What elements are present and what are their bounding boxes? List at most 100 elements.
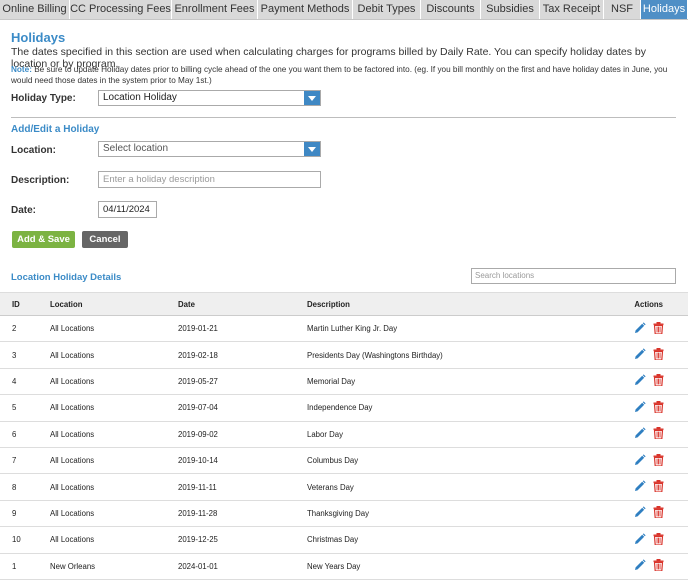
pencil-icon[interactable] — [634, 401, 646, 415]
pencil-icon[interactable] — [634, 559, 646, 573]
tab-enrollment-fees[interactable]: Enrollment Fees — [172, 0, 258, 19]
table-header-row: ID Location Date Description Actions — [0, 292, 688, 316]
table-row: 4 All Locations 2019-05-27 Memorial Day — [0, 368, 688, 395]
search-locations-input[interactable]: Search locations — [471, 268, 676, 284]
row-actions — [617, 553, 688, 579]
row-id: 6 — [12, 429, 17, 439]
table-row: 10 All Locations 2019-12-25 Christmas Day — [0, 527, 688, 554]
row-actions — [617, 368, 688, 394]
row-description: Christmas Day — [307, 535, 359, 545]
row-location: All Locations — [50, 324, 95, 334]
row-location: All Locations — [50, 508, 95, 518]
col-date: Date — [178, 292, 307, 316]
chevron-down-icon[interactable] — [304, 142, 320, 156]
chevron-down-icon[interactable] — [304, 91, 320, 105]
pencil-icon[interactable] — [634, 480, 646, 494]
col-actions: Actions — [617, 292, 688, 316]
settings-tabs: Online Billing CC Processing Fees Enroll… — [0, 0, 688, 20]
pencil-icon[interactable] — [634, 506, 646, 520]
row-id: 8 — [12, 482, 17, 492]
row-actions — [617, 342, 688, 368]
row-location: All Locations — [50, 350, 95, 360]
col-description: Description — [307, 292, 617, 316]
trash-icon[interactable] — [653, 400, 664, 415]
row-description: Martin Luther King Jr. Day — [307, 324, 398, 334]
pencil-icon[interactable] — [634, 427, 646, 441]
row-date: 2019-11-28 — [178, 508, 218, 518]
row-description: Columbus Day — [307, 456, 359, 466]
holiday-type-value: Location Holiday — [103, 92, 177, 103]
table-row: 2 All Locations 2019-01-21 Martin Luther Ki… — [0, 316, 688, 342]
row-location: All Locations — [50, 429, 95, 439]
trash-icon[interactable] — [653, 480, 664, 494]
pencil-icon[interactable] — [634, 454, 646, 468]
row-description: Memorial Day — [307, 376, 356, 386]
tab-holidays[interactable]: Holidays — [641, 0, 688, 19]
table-row: 1 New Orleans 2024-01-01 New Years Day — [0, 553, 688, 580]
cancel-button[interactable]: Cancel — [82, 231, 128, 248]
trash-icon[interactable] — [653, 321, 664, 336]
row-id: 2 — [12, 324, 17, 334]
tab-nsf[interactable]: NSF — [604, 0, 641, 19]
trash-icon[interactable] — [653, 453, 664, 468]
table-row: 7 All Locations 2019-10-14 Columbus Day — [0, 447, 688, 474]
row-id: 10 — [12, 535, 21, 545]
pencil-icon[interactable] — [634, 322, 646, 336]
tab-online-billing[interactable]: Online Billing — [0, 0, 70, 19]
note-text: Note: Be sure to update Holiday dates pr… — [11, 64, 683, 86]
trash-icon[interactable] — [653, 374, 664, 388]
trash-icon[interactable] — [653, 532, 664, 547]
trash-icon[interactable] — [653, 348, 664, 362]
row-location: All Locations — [50, 535, 95, 545]
form-title: Add/Edit a Holiday — [11, 124, 100, 135]
row-actions — [617, 447, 688, 473]
trash-icon[interactable] — [653, 559, 664, 573]
tab-discounts[interactable]: Discounts — [421, 0, 481, 19]
holiday-type-select[interactable]: Location Holiday — [98, 90, 321, 106]
table-row: 6 All Locations 2019-09-02 Labor Day — [0, 421, 688, 448]
pencil-icon[interactable] — [634, 533, 646, 547]
row-date: 2019-05-27 — [178, 376, 218, 386]
row-actions — [617, 421, 688, 447]
divider — [11, 117, 676, 118]
trash-icon[interactable] — [653, 427, 664, 441]
date-label: Date: — [11, 205, 37, 216]
row-date: 2019-12-25 — [178, 535, 218, 545]
location-placeholder: Select location — [103, 143, 169, 154]
description-input[interactable]: Enter a holiday description — [98, 171, 321, 188]
pencil-icon[interactable] — [634, 374, 646, 388]
tab-tax-receipt[interactable]: Tax Receipt — [540, 0, 604, 19]
pencil-icon[interactable] — [634, 348, 646, 362]
tab-debit-types[interactable]: Debit Types — [353, 0, 421, 19]
row-description: Presidents Day (Washingtons Birthday) — [307, 350, 443, 360]
col-id: ID — [0, 292, 50, 316]
row-location: New Orleans — [50, 561, 96, 571]
location-select[interactable]: Select location — [98, 141, 321, 157]
row-date: 2019-01-21 — [178, 324, 218, 334]
row-actions — [617, 474, 688, 500]
row-actions — [617, 316, 688, 342]
date-input[interactable]: 04/11/2024 — [98, 201, 157, 218]
row-id: 5 — [12, 403, 17, 413]
row-description: Thanksgiving Day — [307, 508, 369, 518]
row-date: 2019-09-02 — [178, 429, 218, 439]
holiday-table: ID Location Date Description Actions 2 Al… — [0, 292, 688, 580]
row-actions — [617, 527, 688, 553]
note-body: Be sure to update Holiday dates prior to… — [11, 65, 668, 85]
row-description: Independence Day — [307, 403, 373, 413]
row-id: 3 — [12, 350, 17, 360]
row-date: 2019-02-18 — [178, 350, 218, 360]
trash-icon[interactable] — [653, 506, 664, 520]
location-label: Location: — [11, 145, 56, 156]
row-date: 2019-10-14 — [178, 456, 218, 466]
row-date: 2019-07-04 — [178, 403, 218, 413]
tab-payment-methods[interactable]: Payment Methods — [258, 0, 353, 19]
row-location: All Locations — [50, 403, 95, 413]
row-description: New Years Day — [307, 561, 361, 571]
table-row: 8 All Locations 2019-11-11 Veterans Day — [0, 474, 688, 501]
description-label: Description: — [11, 175, 70, 186]
tab-subsidies[interactable]: Subsidies — [481, 0, 540, 19]
add-save-button[interactable]: Add & Save — [12, 231, 75, 248]
tab-cc-processing-fees[interactable]: CC Processing Fees — [70, 0, 172, 19]
row-id: 9 — [12, 508, 17, 518]
